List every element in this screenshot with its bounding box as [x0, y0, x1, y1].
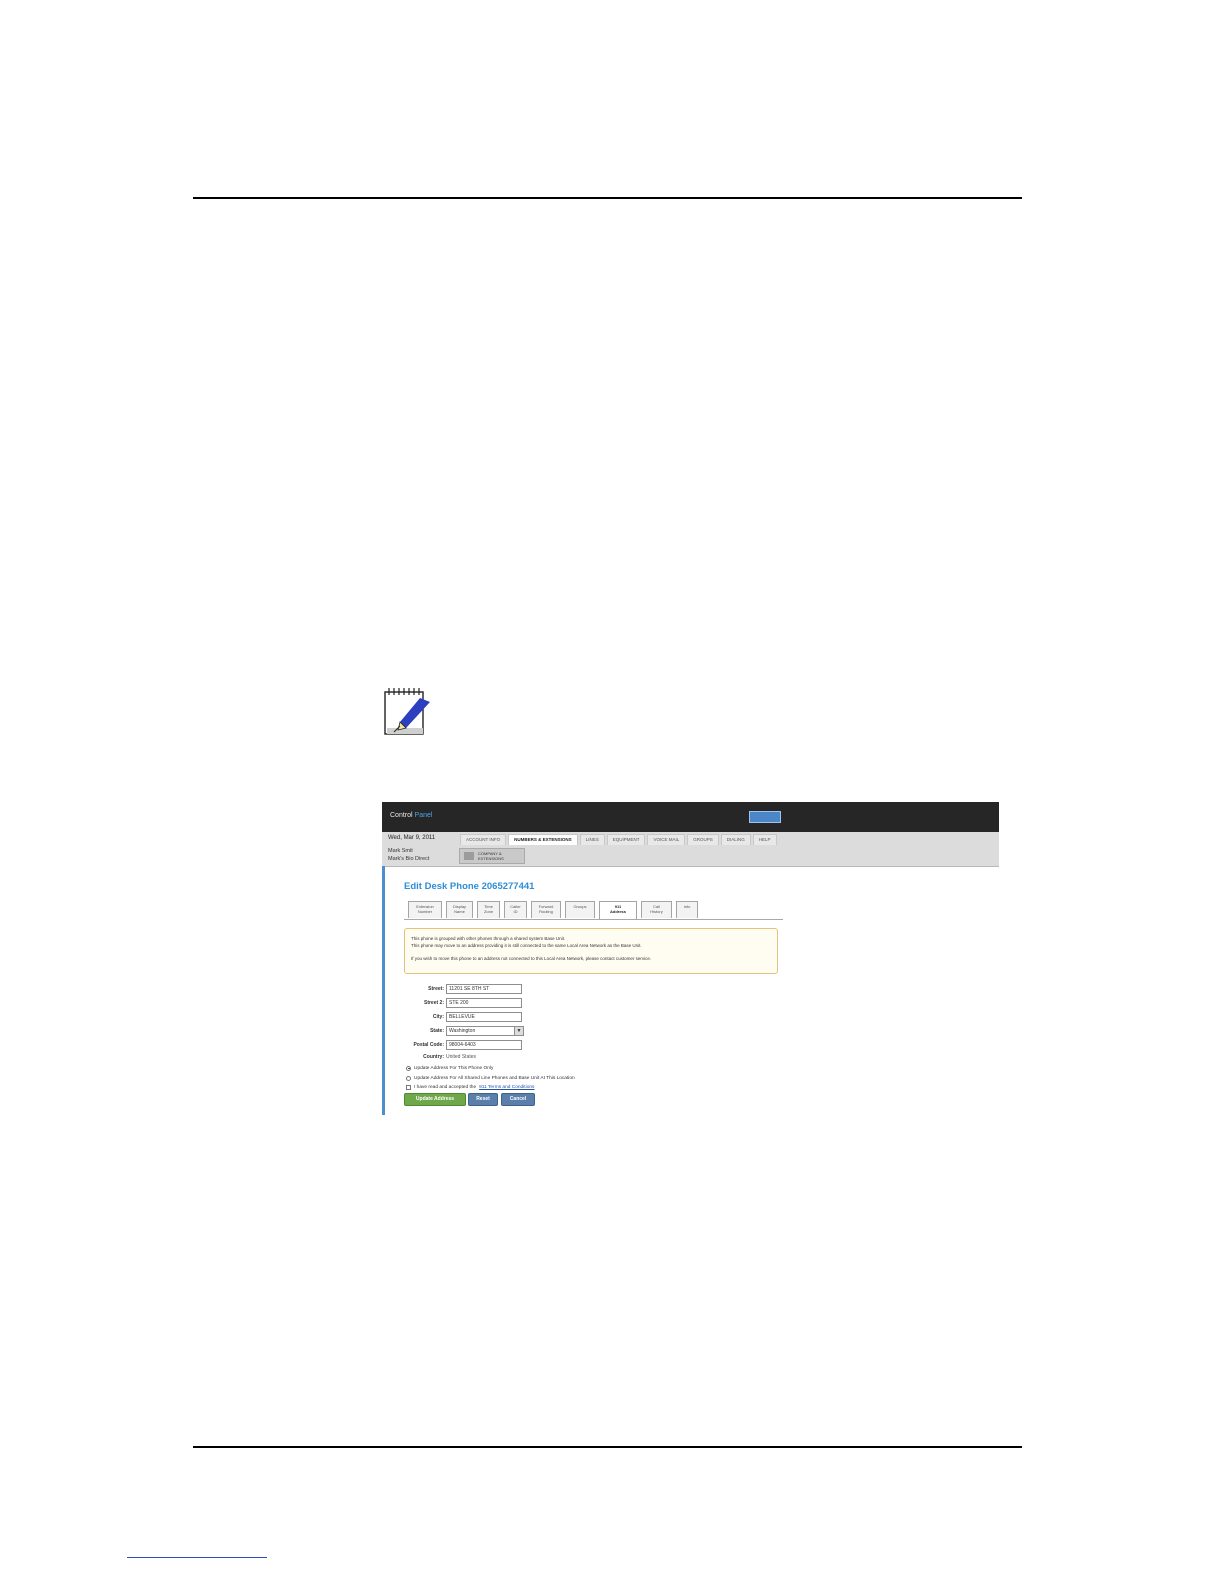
cancel-button[interactable]: Cancel	[501, 1093, 535, 1106]
radio-this-phone-only[interactable]: Update Address For This Phone Only	[406, 1064, 493, 1072]
terms-checkbox[interactable]	[406, 1084, 411, 1090]
search-field[interactable]	[749, 811, 781, 823]
current-date: Wed, Mar 9, 2011	[388, 835, 436, 841]
radio-unselected-icon	[406, 1075, 411, 1081]
tab-info[interactable]: Info	[676, 901, 698, 918]
control-panel-screenshot: Control Panel Wed, Mar 9, 2011 Mark Smit…	[382, 802, 999, 1115]
brand-logo: Control Panel	[390, 812, 433, 819]
street-input[interactable]: 11201 SE 8TH ST	[446, 984, 522, 994]
info-bar: Wed, Mar 9, 2011 Mark Smit Mark's Bio Di…	[382, 832, 999, 867]
footer-rule	[193, 1446, 1022, 1448]
chevron-down-icon: ▼	[514, 1027, 523, 1035]
nav-tab-account-info[interactable]: ACCOUNT INFO	[460, 834, 507, 845]
tab-extension-number[interactable]: Extension Number	[408, 901, 442, 918]
notepad-pen-icon	[384, 688, 430, 735]
street2-input[interactable]: STE 200	[446, 998, 522, 1008]
radio-all-shared-phones[interactable]: Update Address For All Shared Line Phone…	[406, 1074, 575, 1082]
company-extensions-button[interactable]: COMPANY & EXTENSIONS	[459, 848, 525, 864]
tab-call-history[interactable]: Call History	[641, 901, 672, 918]
state-label: State:	[430, 1028, 444, 1034]
footer-link-underline	[127, 1557, 267, 1558]
city-input[interactable]: BELLEVUE	[446, 1012, 522, 1022]
nav-tab-numbers-extensions[interactable]: NUMBERS & EXTENSIONS	[508, 834, 578, 845]
postal-code-label: Postal Code:	[413, 1042, 444, 1048]
update-address-button[interactable]: Update Address	[404, 1093, 466, 1106]
street-label: Street:	[428, 986, 444, 992]
sub-tab-bar: Extension Number Display Name Time Zone Cal…	[404, 899, 783, 920]
reset-button[interactable]: Reset	[468, 1093, 498, 1106]
phone-icon	[464, 852, 474, 860]
city-label: City:	[432, 1014, 444, 1020]
nav-tab-voice-mail[interactable]: VOICE MAIL	[647, 834, 686, 845]
nav-tab-lines[interactable]: LINES	[579, 834, 605, 845]
nav-tab-groups[interactable]: GROUPS	[687, 834, 719, 845]
radio-selected-icon	[406, 1065, 411, 1071]
state-select[interactable]: Washington ▼	[446, 1026, 524, 1036]
country-label: Country:	[423, 1054, 444, 1060]
street2-label: Street 2:	[423, 1000, 444, 1006]
country-value: United States	[446, 1054, 477, 1060]
header-rule	[193, 197, 1022, 199]
nav-tab-help[interactable]: HELP	[752, 834, 777, 845]
terms-checkbox-row[interactable]: I have read and accepted the 911 Terms a…	[406, 1083, 534, 1091]
tab-groups[interactable]: Groups	[565, 901, 595, 918]
postal-code-input[interactable]: 98004-6403	[446, 1040, 522, 1050]
tab-display-name[interactable]: Display Name	[446, 901, 473, 918]
nav-tab-equipment[interactable]: EQUIPMENT	[606, 834, 646, 845]
nav-tab-dialing[interactable]: DIALING	[720, 834, 751, 845]
tab-911-address[interactable]: 911 Address	[599, 901, 637, 919]
page-title: Edit Desk Phone 2065277441	[404, 881, 535, 892]
top-bar: Control Panel	[382, 802, 999, 832]
tab-forward-routing[interactable]: Forward Routing	[531, 901, 561, 918]
tab-caller-id[interactable]: Caller ID	[504, 901, 527, 918]
account-user: Mark Smit Mark's Bio Direct	[388, 848, 430, 862]
terms-link[interactable]: 911 Terms and Conditions	[479, 1085, 534, 1090]
main-nav: ACCOUNT INFO NUMBERS & EXTENSIONS LINES …	[460, 834, 777, 845]
shared-base-unit-notice: This phone is grouped with other phones …	[404, 928, 778, 974]
tab-time-zone[interactable]: Time Zone	[477, 901, 500, 918]
